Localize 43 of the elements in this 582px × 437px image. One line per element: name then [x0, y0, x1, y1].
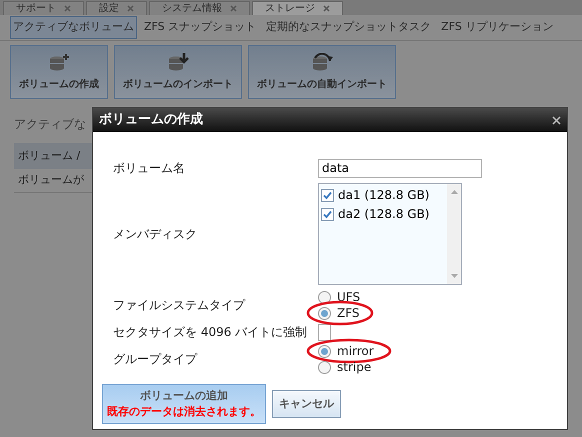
top-tab[interactable]: サポート	[3, 1, 84, 15]
disk-option[interactable]: da1 (128.8 GB)	[321, 186, 447, 204]
field-label: グループタイプ	[113, 351, 198, 368]
close-icon[interactable]	[552, 116, 561, 124]
field-label: ファイルシステムタイプ	[113, 297, 246, 314]
down-arrow-icon[interactable]	[450, 274, 458, 278]
table-header: ボリューム /	[14, 143, 92, 169]
scrollbar[interactable]	[447, 184, 461, 284]
up-arrow-icon[interactable]	[450, 190, 458, 194]
field-label: ボリューム名	[113, 160, 186, 177]
toolbar-button[interactable]: ボリュームの作成	[10, 45, 108, 99]
database-plus-icon	[48, 52, 70, 72]
checkbox[interactable]	[321, 208, 334, 220]
radio-button[interactable]	[318, 306, 331, 320]
top-tab[interactable]: 設定	[86, 1, 147, 15]
top-tab[interactable]: ストレージ	[252, 1, 343, 15]
dialog-title: ボリュームの作成	[99, 111, 203, 130]
cancel-button[interactable]: キャンセル	[272, 390, 341, 418]
add-volume-button[interactable]: ボリュームの追加 既存のデータは消去されます。	[102, 384, 266, 424]
field-label: セクタサイズを 4096 バイトに強制	[113, 324, 308, 341]
volume-name-field[interactable]: data	[318, 158, 482, 178]
sub-tab[interactable]: アクティブなボリューム	[10, 16, 137, 39]
disk-option[interactable]: da2 (128.8 GB)	[321, 205, 447, 223]
database-arrow-icon	[167, 52, 189, 72]
radio-button[interactable]	[318, 290, 331, 304]
top-tab[interactable]: システム情報	[149, 1, 250, 15]
checkbox[interactable]	[318, 324, 331, 340]
sub-tab[interactable]: ZFS スナップショット	[141, 16, 260, 39]
database-refresh-icon	[311, 52, 333, 72]
section-heading: アクティブな	[14, 116, 86, 133]
radio-button[interactable]	[318, 360, 331, 374]
sub-tab[interactable]: ZFS リプリケーション	[438, 16, 556, 39]
toolbar-button[interactable]: ボリュームのインポート	[114, 45, 242, 99]
radio-label: stripe	[337, 359, 372, 376]
radio-label: mirror	[337, 343, 374, 360]
radio-label: ZFS	[337, 305, 360, 322]
toolbar-button[interactable]: ボリュームの自動インポート	[248, 45, 396, 99]
checkbox[interactable]	[321, 188, 334, 202]
warning-text: 既存のデータは消去されます。	[107, 404, 261, 420]
radio-button[interactable]	[318, 344, 331, 358]
radio-label: UFS	[337, 289, 360, 306]
field-label: メンバディスク	[113, 226, 198, 243]
sub-tab[interactable]: 定期的なスナップショットタスク	[263, 16, 434, 39]
